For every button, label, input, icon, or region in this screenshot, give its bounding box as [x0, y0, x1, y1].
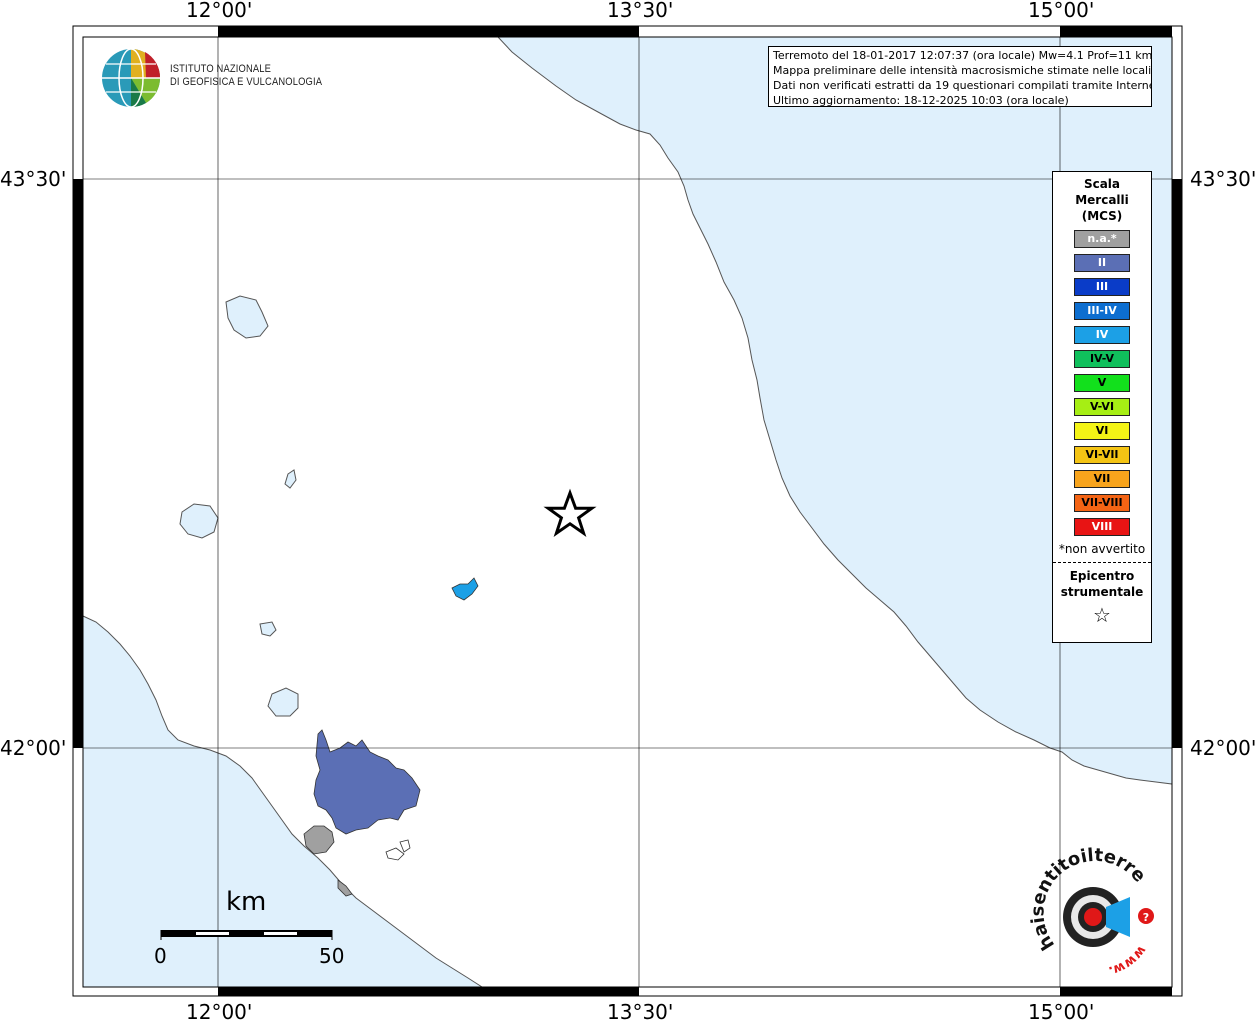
legend-item-viii: VIII: [1074, 518, 1130, 536]
lon-label-bottom-1: 12°00': [186, 1000, 253, 1024]
svg-text:?: ?: [1143, 911, 1149, 924]
legend-item-vi-vii: VI-VII: [1074, 446, 1130, 464]
legend-items: n.a.* II III III-IV IV IV-V V V-VI VI VI-VII VII VI…: [1053, 230, 1151, 536]
legend-item-ii: II: [1074, 254, 1130, 272]
scale-unit: km: [226, 887, 267, 917]
legend-note: *non avvertito: [1058, 542, 1146, 556]
legend-item-vi: VI: [1074, 422, 1130, 440]
lat-label-right-1: 43°30': [1190, 167, 1255, 191]
legend-title-1: Scala: [1083, 177, 1121, 191]
legend-item-v-vi: V-VI: [1074, 398, 1130, 416]
lat-label-left-1: 43°30': [0, 167, 67, 191]
lat-label-right-2: 42°00': [1190, 736, 1255, 760]
legend-title-2: Mercalli: [1075, 193, 1129, 207]
lon-label-top-1: 12°00': [186, 0, 253, 22]
legend-star-icon: ☆: [1093, 603, 1111, 627]
legend-item-n-a: n.a.*: [1074, 230, 1130, 248]
lon-label-bottom-3: 15°00': [1028, 1000, 1095, 1024]
legend-separator: [1053, 562, 1151, 563]
ingv-logo-icon: [102, 48, 161, 108]
event-info-line-2: Mappa preliminare delle intensità macros…: [773, 64, 1152, 77]
legend-item-iii-iv: III-IV: [1074, 302, 1130, 320]
legend-item-iv: IV: [1074, 326, 1130, 344]
legend-item-vii: VII: [1074, 470, 1130, 488]
legend-epicenter-label: Epicentro strumentale: [1053, 568, 1151, 600]
legend-item-v: V: [1074, 374, 1130, 392]
legend-item-iv-v: IV-V: [1074, 350, 1130, 368]
event-info-line-3: Dati non verificati estratti da 19 quest…: [773, 79, 1152, 92]
lon-label-bottom-2: 13°30': [607, 1000, 674, 1024]
event-info-line-4: Ultimo aggiornamento: 18-12-2025 10:03 (…: [773, 94, 1069, 107]
ingv-line-2: DI GEOFISICA E VULCANOLOGIA: [170, 76, 323, 88]
lat-label-left-2: 42°00': [0, 736, 67, 760]
legend-item-iii: III: [1074, 278, 1130, 296]
event-info-box: Terremoto del 18-01-2017 12:07:37 (ora l…: [768, 46, 1152, 107]
legend-epicenter-line-1: Epicentro: [1069, 569, 1135, 583]
legend-title-3: (MCS): [1081, 209, 1123, 223]
legend-epicenter-line-2: strumentale: [1060, 585, 1144, 599]
legend-title: Scala Mercalli (MCS): [1053, 176, 1151, 224]
lon-label-top-2: 13°30': [607, 0, 674, 22]
ingv-line-1: ISTITUTO NAZIONALE: [170, 63, 272, 75]
event-info-line-1: Terremoto del 18-01-2017 12:07:37 (ora l…: [773, 49, 1152, 62]
scale-end: 50: [319, 944, 345, 968]
lon-label-top-3: 15°00': [1028, 0, 1095, 22]
ingv-logo-text: ISTITUTO NAZIONALE DI GEOFISICA E VULCAN…: [170, 63, 322, 89]
scale-start: 0: [154, 944, 167, 968]
legend-item-vii-viii: VII-VIII: [1074, 494, 1130, 512]
mcs-legend: Scala Mercalli (MCS) n.a.* II III III-IV IV I…: [1052, 171, 1152, 643]
